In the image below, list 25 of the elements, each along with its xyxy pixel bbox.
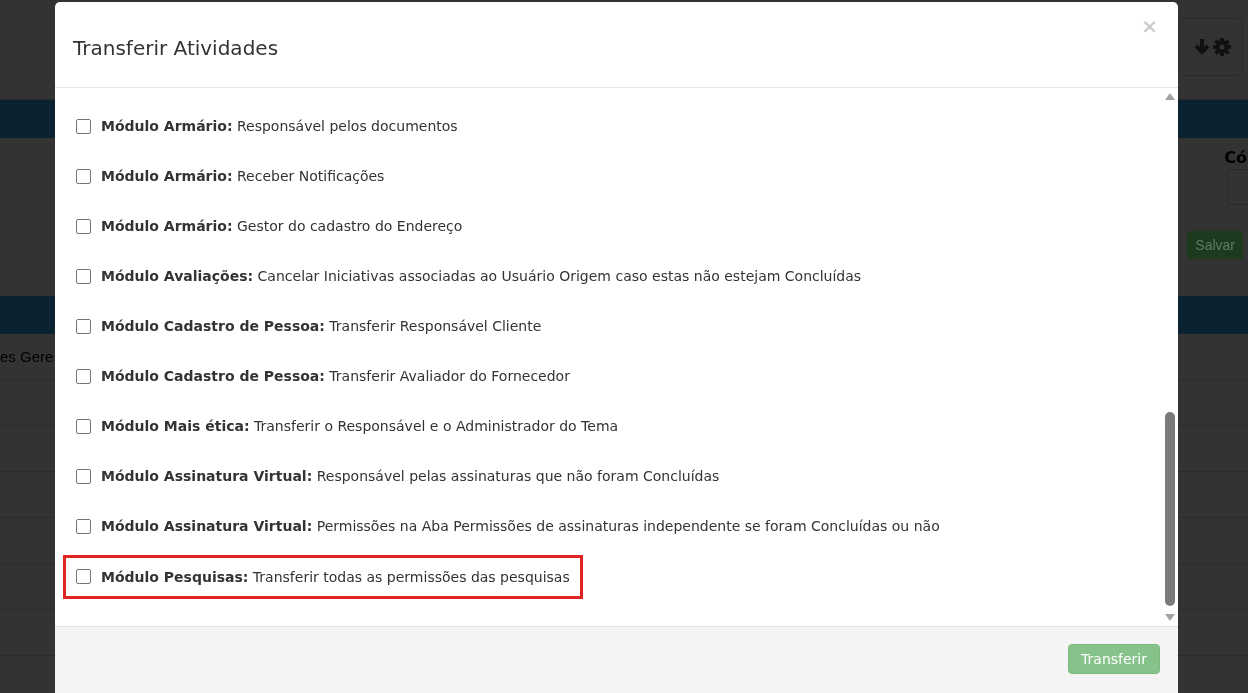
option-label[interactable]: Módulo Avaliações: Cancelar Iniciativas associadas ao Usuário Origem caso estas não estejam Concluídas bbox=[63, 254, 875, 298]
scroll-down-icon[interactable] bbox=[1165, 614, 1175, 621]
option-label[interactable]: Módulo Assinatura Virtual: Responsável pelas assinaturas que não foram Concluídas bbox=[63, 454, 733, 498]
gear-icon bbox=[1212, 37, 1232, 57]
checkbox[interactable] bbox=[76, 218, 91, 234]
checkbox[interactable] bbox=[76, 418, 91, 434]
option-label[interactable]: Módulo Cadastro de Pessoa: Transferir Avaliador do Fornecedor bbox=[63, 354, 583, 398]
highlighted-option[interactable]: Módulo Pesquisas: Transferir todas as permissões das pesquisas bbox=[63, 554, 583, 599]
checkbox[interactable] bbox=[76, 468, 91, 484]
checkbox[interactable] bbox=[76, 569, 91, 584]
checkbox[interactable] bbox=[76, 318, 91, 334]
option-label[interactable]: Módulo Armário: Receber Notificações bbox=[63, 154, 398, 198]
download-icon bbox=[1194, 37, 1210, 57]
option-label[interactable]: Módulo Armário: Responsável pelos documentos bbox=[63, 104, 471, 148]
option-label[interactable]: Módulo Armário: Gestor do cadastro do Endereço bbox=[63, 204, 476, 248]
option-label[interactable]: Módulo Mais ética: Transferir o Responsável e o Administrador do Tema bbox=[63, 404, 632, 448]
option-label[interactable]: Módulo Assinatura Virtual: Permissões na Aba Permissões de assinaturas independente se foram Concluídas ou não bbox=[63, 504, 953, 548]
checkbox[interactable] bbox=[76, 518, 91, 534]
option-label[interactable]: Módulo Cadastro de Pessoa: Transferir Responsável Cliente bbox=[63, 304, 555, 348]
checkbox[interactable] bbox=[76, 368, 91, 384]
checkbox[interactable] bbox=[76, 268, 91, 284]
checkbox[interactable] bbox=[76, 118, 91, 134]
dialog-title: Transferir Atividades bbox=[73, 35, 279, 60]
checkbox[interactable] bbox=[76, 168, 91, 184]
scrollbar-thumb[interactable] bbox=[1165, 412, 1175, 606]
